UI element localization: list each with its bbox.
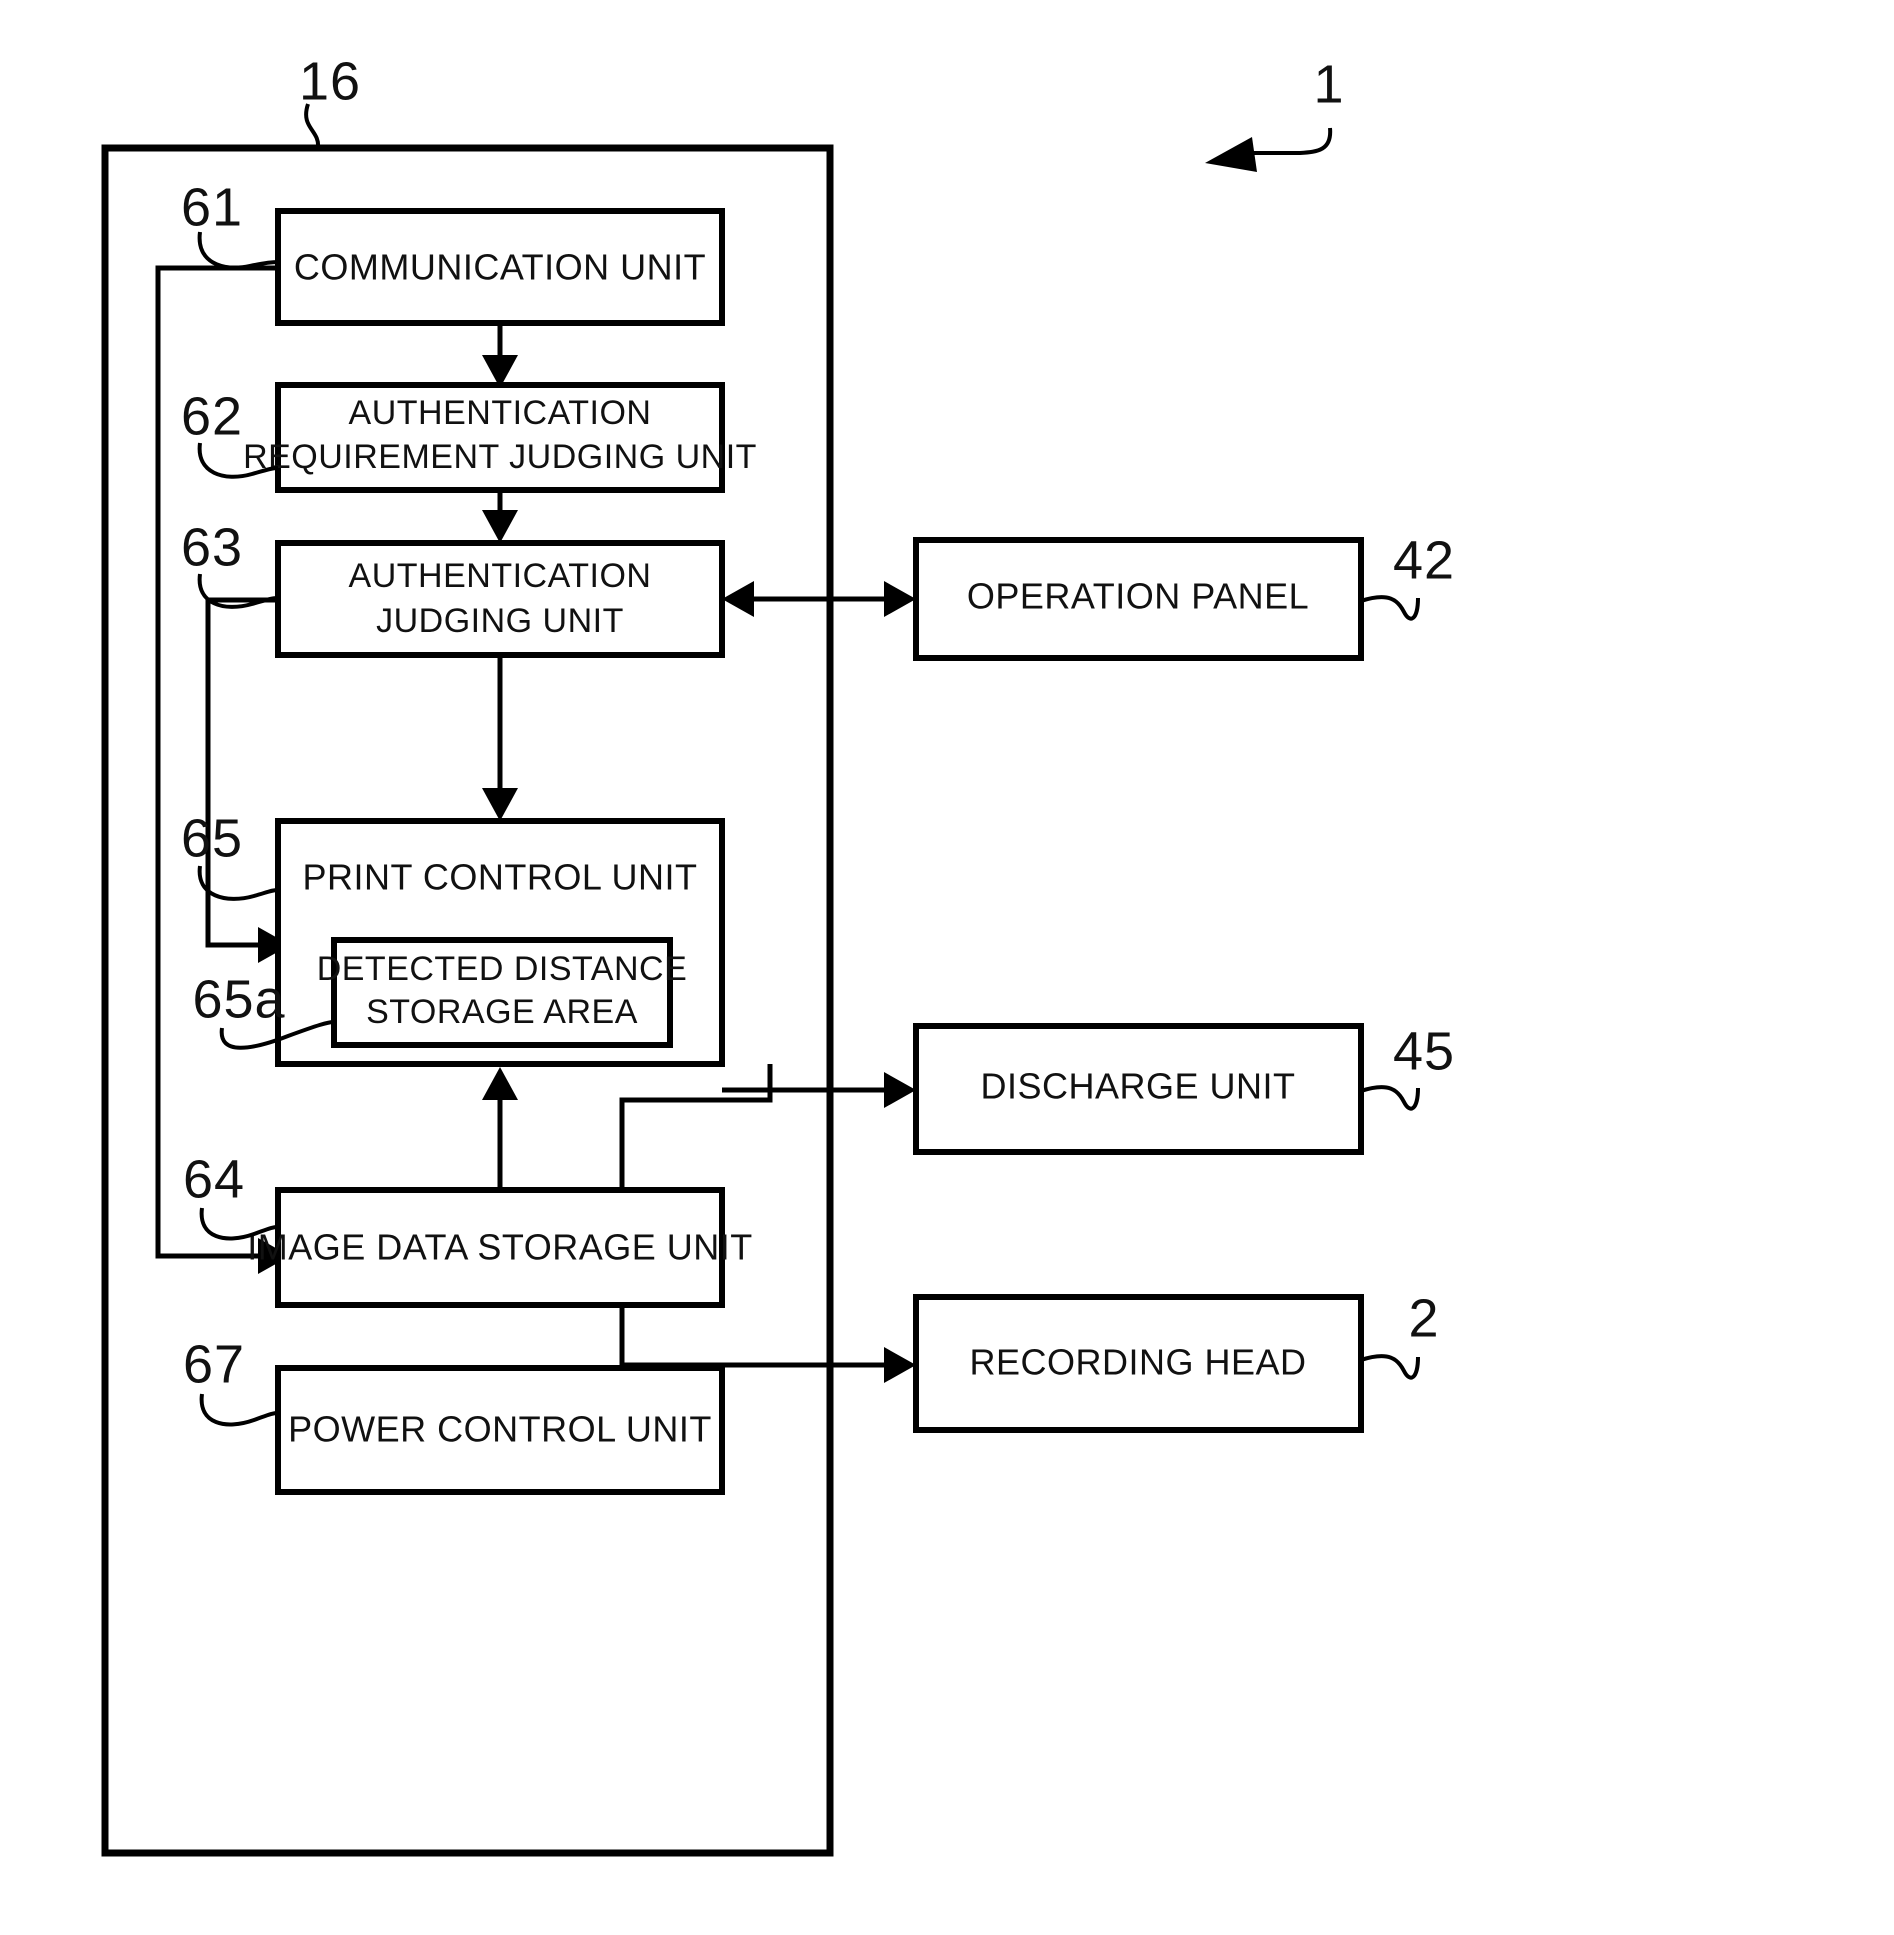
block-communication-unit[interactable]: COMMUNICATION UNIT 61 bbox=[181, 177, 725, 326]
detected-distance-storage-area-label-line2: STORAGE AREA bbox=[366, 993, 638, 1031]
connector-arrowhead-left bbox=[722, 581, 754, 617]
connector-image-storage-to-printcontrol bbox=[482, 1067, 518, 1190]
authentication-judging-unit-label-line1: AUTHENTICATION bbox=[349, 557, 652, 595]
print-control-unit-label: PRINT CONTROL UNIT bbox=[302, 857, 697, 898]
operation-panel-ref: 42 bbox=[1393, 530, 1455, 590]
recording-head-label: RECORDING HEAD bbox=[969, 1342, 1306, 1383]
block-authentication-requirement-judging-unit[interactable]: AUTHENTICATION REQUIREMENT JUDGING UNIT … bbox=[181, 382, 757, 493]
connector-arrowhead bbox=[482, 788, 518, 821]
communication-unit-leader bbox=[197, 231, 279, 270]
block-authentication-judging-unit[interactable]: AUTHENTICATION JUDGING UNIT 63 bbox=[181, 517, 725, 658]
operation-panel-label: OPERATION PANEL bbox=[967, 576, 1309, 617]
block-power-control-unit[interactable]: POWER CONTROL UNIT 67 bbox=[183, 1334, 725, 1495]
connector-arrowhead bbox=[884, 1347, 916, 1383]
image-data-storage-unit-label: IMAGE DATA STORAGE UNIT bbox=[247, 1227, 753, 1268]
power-control-unit-leader bbox=[199, 1393, 279, 1427]
system-reference-callout: 1 bbox=[1205, 54, 1344, 172]
power-control-unit-label: POWER CONTROL UNIT bbox=[288, 1409, 712, 1450]
connector-arrowhead bbox=[482, 510, 518, 543]
connector-arrowhead-right bbox=[884, 581, 916, 617]
discharge-unit-leader bbox=[1360, 1085, 1420, 1111]
block-image-data-storage-unit[interactable]: IMAGE DATA STORAGE UNIT 64 bbox=[183, 1149, 753, 1308]
discharge-unit-ref: 45 bbox=[1393, 1021, 1455, 1081]
communication-unit-ref: 61 bbox=[181, 177, 243, 237]
connector-authjudge-to-printcontrol bbox=[482, 655, 518, 821]
system-reference-leader bbox=[1250, 127, 1333, 155]
print-control-unit-leader bbox=[197, 865, 279, 901]
operation-panel-leader bbox=[1360, 595, 1420, 621]
power-control-unit-ref: 67 bbox=[183, 1334, 245, 1394]
system-reference-number: 1 bbox=[1313, 54, 1344, 114]
block-operation-panel[interactable]: OPERATION PANEL 42 bbox=[913, 530, 1455, 661]
frame-reference-number: 16 bbox=[299, 51, 361, 111]
connector-authjudge-to-operation-panel bbox=[722, 581, 916, 617]
connector-arrowhead bbox=[884, 1072, 916, 1108]
connector-printcontrol-to-discharge bbox=[722, 1072, 916, 1108]
authentication-requirement-judging-unit-label-line1: AUTHENTICATION bbox=[349, 394, 652, 432]
detected-distance-storage-area-label-line1: DETECTED DISTANCE bbox=[317, 950, 688, 988]
detected-distance-storage-area-ref: 65a bbox=[192, 969, 285, 1029]
communication-unit-label: COMMUNICATION UNIT bbox=[294, 247, 706, 288]
recording-head-leader bbox=[1360, 1354, 1420, 1380]
recording-head-ref: 2 bbox=[1408, 1288, 1439, 1348]
authentication-requirement-judging-unit-ref: 62 bbox=[181, 386, 243, 446]
discharge-unit-label: DISCHARGE UNIT bbox=[980, 1066, 1295, 1107]
authentication-requirement-judging-unit-label-line2: REQUIREMENT JUDGING UNIT bbox=[243, 438, 757, 476]
connector-communication-to-authreq bbox=[482, 323, 518, 388]
connector-arrowhead bbox=[482, 1067, 518, 1100]
system-reference-arrowhead bbox=[1205, 137, 1257, 172]
block-diagram-canvas: 1 16 COMMUNICATION UNIT 61 AUTHENTICATIO… bbox=[101, 51, 1455, 1857]
image-data-storage-unit-ref: 64 bbox=[183, 1149, 245, 1209]
connector-authreq-to-authjudge bbox=[482, 490, 518, 543]
patent-figure: 1 16 COMMUNICATION UNIT 61 AUTHENTICATIO… bbox=[0, 0, 1894, 1935]
block-detected-distance-storage-area[interactable]: DETECTED DISTANCE STORAGE AREA bbox=[317, 937, 688, 1048]
authentication-judging-unit-label-line2: JUDGING UNIT bbox=[376, 602, 624, 640]
block-discharge-unit[interactable]: DISCHARGE UNIT 45 bbox=[913, 1021, 1455, 1155]
block-recording-head[interactable]: RECORDING HEAD 2 bbox=[913, 1288, 1440, 1433]
print-control-unit-ref: 65 bbox=[181, 808, 243, 868]
authentication-judging-unit-ref: 63 bbox=[181, 517, 243, 577]
